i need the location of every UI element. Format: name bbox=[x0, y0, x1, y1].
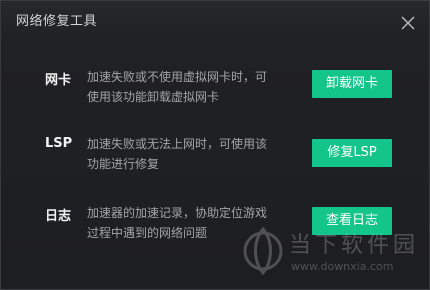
watermark-url: www.downxia.com bbox=[291, 260, 394, 273]
desc-line: 加速失败或不使用虚拟网卡时，可 bbox=[87, 70, 268, 84]
desc-line: 加速失败或无法上网时，可使用该 bbox=[87, 137, 268, 151]
desc-line: 功能进行修复 bbox=[87, 157, 160, 171]
desc-line: 使用该功能卸载虚拟网卡 bbox=[87, 90, 220, 104]
close-icon[interactable] bbox=[400, 15, 416, 31]
watermark-logo-icon bbox=[243, 226, 283, 276]
uninstall-network-card-button[interactable]: 卸载网卡 bbox=[312, 70, 392, 98]
row-label-network-card: 网卡 bbox=[45, 73, 72, 88]
row-desc-network-card: 加速失败或不使用虚拟网卡时，可 使用该功能卸载虚拟网卡 bbox=[87, 67, 297, 107]
watermark-brand: 当下软件园 bbox=[289, 233, 420, 258]
watermark: 当下软件园 www.downxia.com bbox=[241, 223, 421, 285]
row-label-log: 日志 bbox=[45, 209, 72, 224]
row-desc-lsp: 加速失败或无法上网时，可使用该 功能进行修复 bbox=[87, 134, 297, 174]
network-repair-window: 网络修复工具 网卡 加速失败或不使用虚拟网卡时，可 使用该功能卸载虚拟网卡 卸载… bbox=[0, 0, 430, 290]
repair-lsp-button[interactable]: 修复LSP bbox=[312, 139, 392, 167]
row-label-lsp: LSP bbox=[45, 136, 73, 151]
window-title: 网络修复工具 bbox=[16, 14, 98, 29]
desc-line: 加速器的加速记录，协助定位游戏 bbox=[87, 206, 268, 220]
